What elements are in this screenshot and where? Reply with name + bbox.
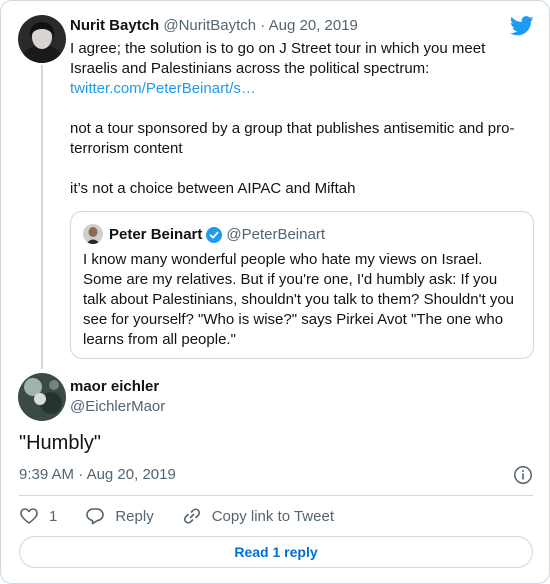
quoted-author-handle: @PeterBeinart bbox=[226, 226, 325, 243]
quoted-tweet-header: Peter Beinart @PeterBeinart bbox=[109, 226, 325, 243]
main-author-handle[interactable]: @EichlerMaor bbox=[70, 398, 165, 415]
main-author-name[interactable]: maor eichler bbox=[70, 378, 159, 395]
parent-paragraph-2: not a tour sponsored by a group that pub… bbox=[70, 120, 515, 157]
quoted-author-name: Peter Beinart bbox=[109, 226, 203, 243]
quoted-tweet-text: I know many wonderful people who hate my… bbox=[83, 251, 515, 348]
actions-divider bbox=[19, 495, 533, 496]
parent-tweet-header: Nurit Baytch @NuritBaytch · Aug 20, 2019 bbox=[70, 17, 358, 34]
read-replies-button[interactable]: Read 1 reply bbox=[19, 536, 533, 568]
parent-tweet-body: I agree; the solution is to go on J Stre… bbox=[70, 39, 534, 199]
parent-date[interactable]: Aug 20, 2019 bbox=[269, 17, 358, 34]
copy-link-button[interactable]: Copy link to Tweet bbox=[182, 506, 334, 526]
info-icon[interactable] bbox=[513, 465, 533, 485]
tweet-actions: 1 Reply Copy link to Tweet bbox=[19, 506, 362, 526]
reply-label: Reply bbox=[115, 507, 154, 525]
quoted-author-avatar bbox=[83, 224, 103, 244]
parent-paragraph-1: I agree; the solution is to go on J Stre… bbox=[70, 40, 486, 77]
thread-connector-line bbox=[41, 65, 43, 369]
embedded-tweet-card: Nurit Baytch @NuritBaytch · Aug 20, 2019… bbox=[0, 0, 550, 584]
main-tweet-time: 9:39 AM bbox=[19, 466, 75, 483]
reply-button[interactable]: Reply bbox=[85, 506, 154, 526]
main-tweet-date: Aug 20, 2019 bbox=[86, 466, 176, 483]
parent-author-name[interactable]: Nurit Baytch bbox=[70, 17, 159, 34]
parent-author-avatar[interactable] bbox=[18, 15, 66, 63]
parent-paragraph-3: it’s not a choice between AIPAC and Mift… bbox=[70, 180, 356, 197]
parent-author-handle[interactable]: @NuritBaytch bbox=[163, 17, 256, 34]
reply-icon bbox=[86, 508, 105, 525]
copy-link-label: Copy link to Tweet bbox=[211, 507, 334, 525]
read-replies-label: Read 1 reply bbox=[234, 544, 318, 560]
like-button[interactable]: 1 bbox=[19, 506, 57, 526]
twitter-bird-icon[interactable] bbox=[510, 15, 534, 37]
main-tweet-timestamp[interactable]: 9:39 AM · Aug 20, 2019 bbox=[19, 466, 176, 483]
link-icon bbox=[183, 508, 200, 524]
parent-separator: · bbox=[260, 17, 266, 34]
verified-badge-icon bbox=[206, 226, 223, 243]
heart-icon bbox=[20, 508, 38, 524]
main-author-avatar[interactable] bbox=[18, 373, 66, 421]
main-tweet-separator: · bbox=[78, 466, 84, 483]
main-tweet-text: "Humbly" bbox=[19, 432, 101, 454]
parent-tweet-link[interactable]: twitter.com/PeterBeinart/s… bbox=[70, 80, 256, 97]
quoted-tweet[interactable]: Peter Beinart @PeterBeinart I know many … bbox=[70, 211, 534, 359]
like-count: 1 bbox=[49, 507, 58, 525]
